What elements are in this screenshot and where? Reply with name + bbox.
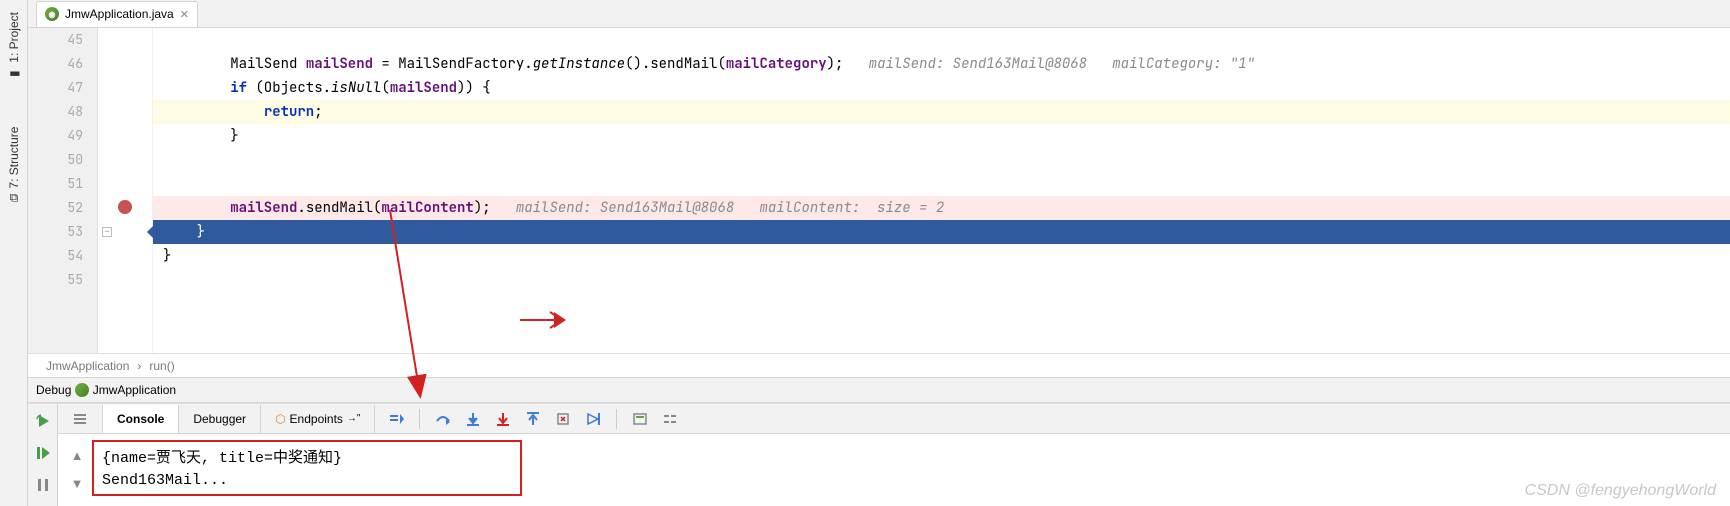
trace-button[interactable] bbox=[659, 408, 681, 430]
watermark: CSDN @fengyehongWorld bbox=[1525, 482, 1716, 500]
toolbar-item-structure[interactable]: ⧉ 7: Structure bbox=[5, 119, 23, 210]
step-out-button[interactable] bbox=[522, 408, 544, 430]
collapse-icon[interactable]: − bbox=[102, 227, 112, 237]
code-line-48: return; bbox=[153, 100, 1730, 124]
tab-endpoints[interactable]: ⬡ Endpoints →" bbox=[261, 405, 375, 433]
debug-config-name[interactable]: JmwApplication bbox=[93, 383, 176, 397]
code-line-55 bbox=[153, 268, 1730, 292]
tab-endpoints-label: Endpoints bbox=[290, 412, 343, 426]
tab-console[interactable]: Console bbox=[103, 405, 179, 433]
tab-debugger[interactable]: Debugger bbox=[179, 405, 261, 433]
line-number: 48 bbox=[28, 100, 83, 124]
spring-icon: ◉ bbox=[45, 7, 59, 21]
tab-filename: JmwApplication.java bbox=[65, 7, 174, 21]
step-over-button[interactable] bbox=[432, 408, 454, 430]
editor-tab[interactable]: ◉ JmwApplication.java ✕ bbox=[36, 1, 198, 27]
code-line-46: MailSend mailSend = MailSendFactory.getI… bbox=[153, 52, 1730, 76]
left-toolbar: ▮ 1: Project ⧉ 7: Structure bbox=[0, 0, 28, 506]
code-line-47: if (Objects.isNull(mailSend)) { bbox=[153, 76, 1730, 100]
toolbar-item-project[interactable]: ▮ 1: Project bbox=[5, 4, 23, 89]
line-number: 45 bbox=[28, 28, 83, 52]
console-line: {name=贾飞天, title=中奖通知} bbox=[102, 448, 1712, 470]
endpoints-icon: ⬡ bbox=[275, 412, 285, 426]
editor-tab-bar: ◉ JmwApplication.java ✕ bbox=[28, 0, 1730, 28]
code-area[interactable]: MailSend mailSend = MailSendFactory.getI… bbox=[153, 28, 1730, 353]
breadcrumb-class[interactable]: JmwApplication bbox=[42, 359, 133, 373]
rerun-button[interactable] bbox=[32, 410, 54, 432]
line-number: 50 bbox=[28, 148, 83, 172]
show-execution-point-button[interactable] bbox=[385, 408, 407, 430]
code-line-54: } bbox=[153, 244, 1730, 268]
code-line-52: mailSend.sendMail(mailContent); mailSend… bbox=[153, 196, 1730, 220]
scroll-up-button[interactable]: ▲ bbox=[66, 444, 88, 466]
code-line-45 bbox=[153, 28, 1730, 52]
code-editor[interactable]: 45 46 47 48 49 50 51 52 53 54 55 − MailS… bbox=[28, 28, 1730, 353]
console-line: Send163Mail... bbox=[102, 470, 1712, 492]
endpoints-arrow: →" bbox=[347, 413, 361, 424]
line-gutter: 45 46 47 48 49 50 51 52 53 54 55 bbox=[28, 28, 98, 353]
tab-console-label: Console bbox=[117, 412, 164, 426]
debug-label: Debug bbox=[36, 383, 71, 397]
line-number: 49 bbox=[28, 124, 83, 148]
console-nav: ▲ ▼ bbox=[64, 440, 90, 500]
code-line-53: } bbox=[153, 220, 1730, 244]
pause-button[interactable] bbox=[32, 474, 54, 496]
breakpoint-icon[interactable] bbox=[118, 200, 132, 214]
line-number: 55 bbox=[28, 268, 83, 292]
debug-run-controls bbox=[28, 404, 58, 506]
code-line-50 bbox=[153, 148, 1730, 172]
debug-panel: Console Debugger ⬡ Endpoints →" bbox=[28, 403, 1730, 506]
tab-threads[interactable] bbox=[58, 405, 103, 433]
force-step-into-button[interactable] bbox=[492, 408, 514, 430]
console-area: ▲ ▼ {name=贾飞天, title=中奖通知} Send163Mail..… bbox=[58, 434, 1730, 506]
line-number: 53 bbox=[28, 220, 83, 244]
gutter-marks: − bbox=[98, 28, 153, 353]
close-icon[interactable]: ✕ bbox=[180, 8, 189, 21]
code-line-51 bbox=[153, 172, 1730, 196]
tab-debugger-label: Debugger bbox=[193, 412, 246, 426]
code-line-49: } bbox=[153, 124, 1730, 148]
debug-step-toolbar bbox=[375, 408, 681, 430]
drop-frame-button[interactable] bbox=[552, 408, 574, 430]
line-number: 54 bbox=[28, 244, 83, 268]
structure-icon: ⧉ bbox=[9, 190, 18, 204]
step-into-button[interactable] bbox=[462, 408, 484, 430]
console-output[interactable]: {name=贾飞天, title=中奖通知} Send163Mail... bbox=[90, 440, 1724, 500]
line-number: 47 bbox=[28, 76, 83, 100]
chevron-right-icon: › bbox=[133, 359, 145, 373]
spring-icon bbox=[75, 383, 89, 397]
line-number: 51 bbox=[28, 172, 83, 196]
debug-tabs: Console Debugger ⬡ Endpoints →" bbox=[58, 404, 1730, 434]
breadcrumb: JmwApplication › run() bbox=[28, 353, 1730, 377]
project-icon: ▮ bbox=[7, 67, 21, 81]
structure-label: 7: Structure bbox=[7, 127, 21, 189]
breadcrumb-method[interactable]: run() bbox=[145, 359, 178, 373]
resume-button[interactable] bbox=[32, 442, 54, 464]
project-label: 1: Project bbox=[7, 12, 21, 63]
line-number: 46 bbox=[28, 52, 83, 76]
debug-toolwindow-header: Debug JmwApplication bbox=[28, 377, 1730, 403]
scroll-down-button[interactable]: ▼ bbox=[66, 472, 88, 494]
run-to-cursor-button[interactable] bbox=[582, 408, 604, 430]
line-number: 52 bbox=[28, 196, 83, 220]
evaluate-expression-button[interactable] bbox=[629, 408, 651, 430]
